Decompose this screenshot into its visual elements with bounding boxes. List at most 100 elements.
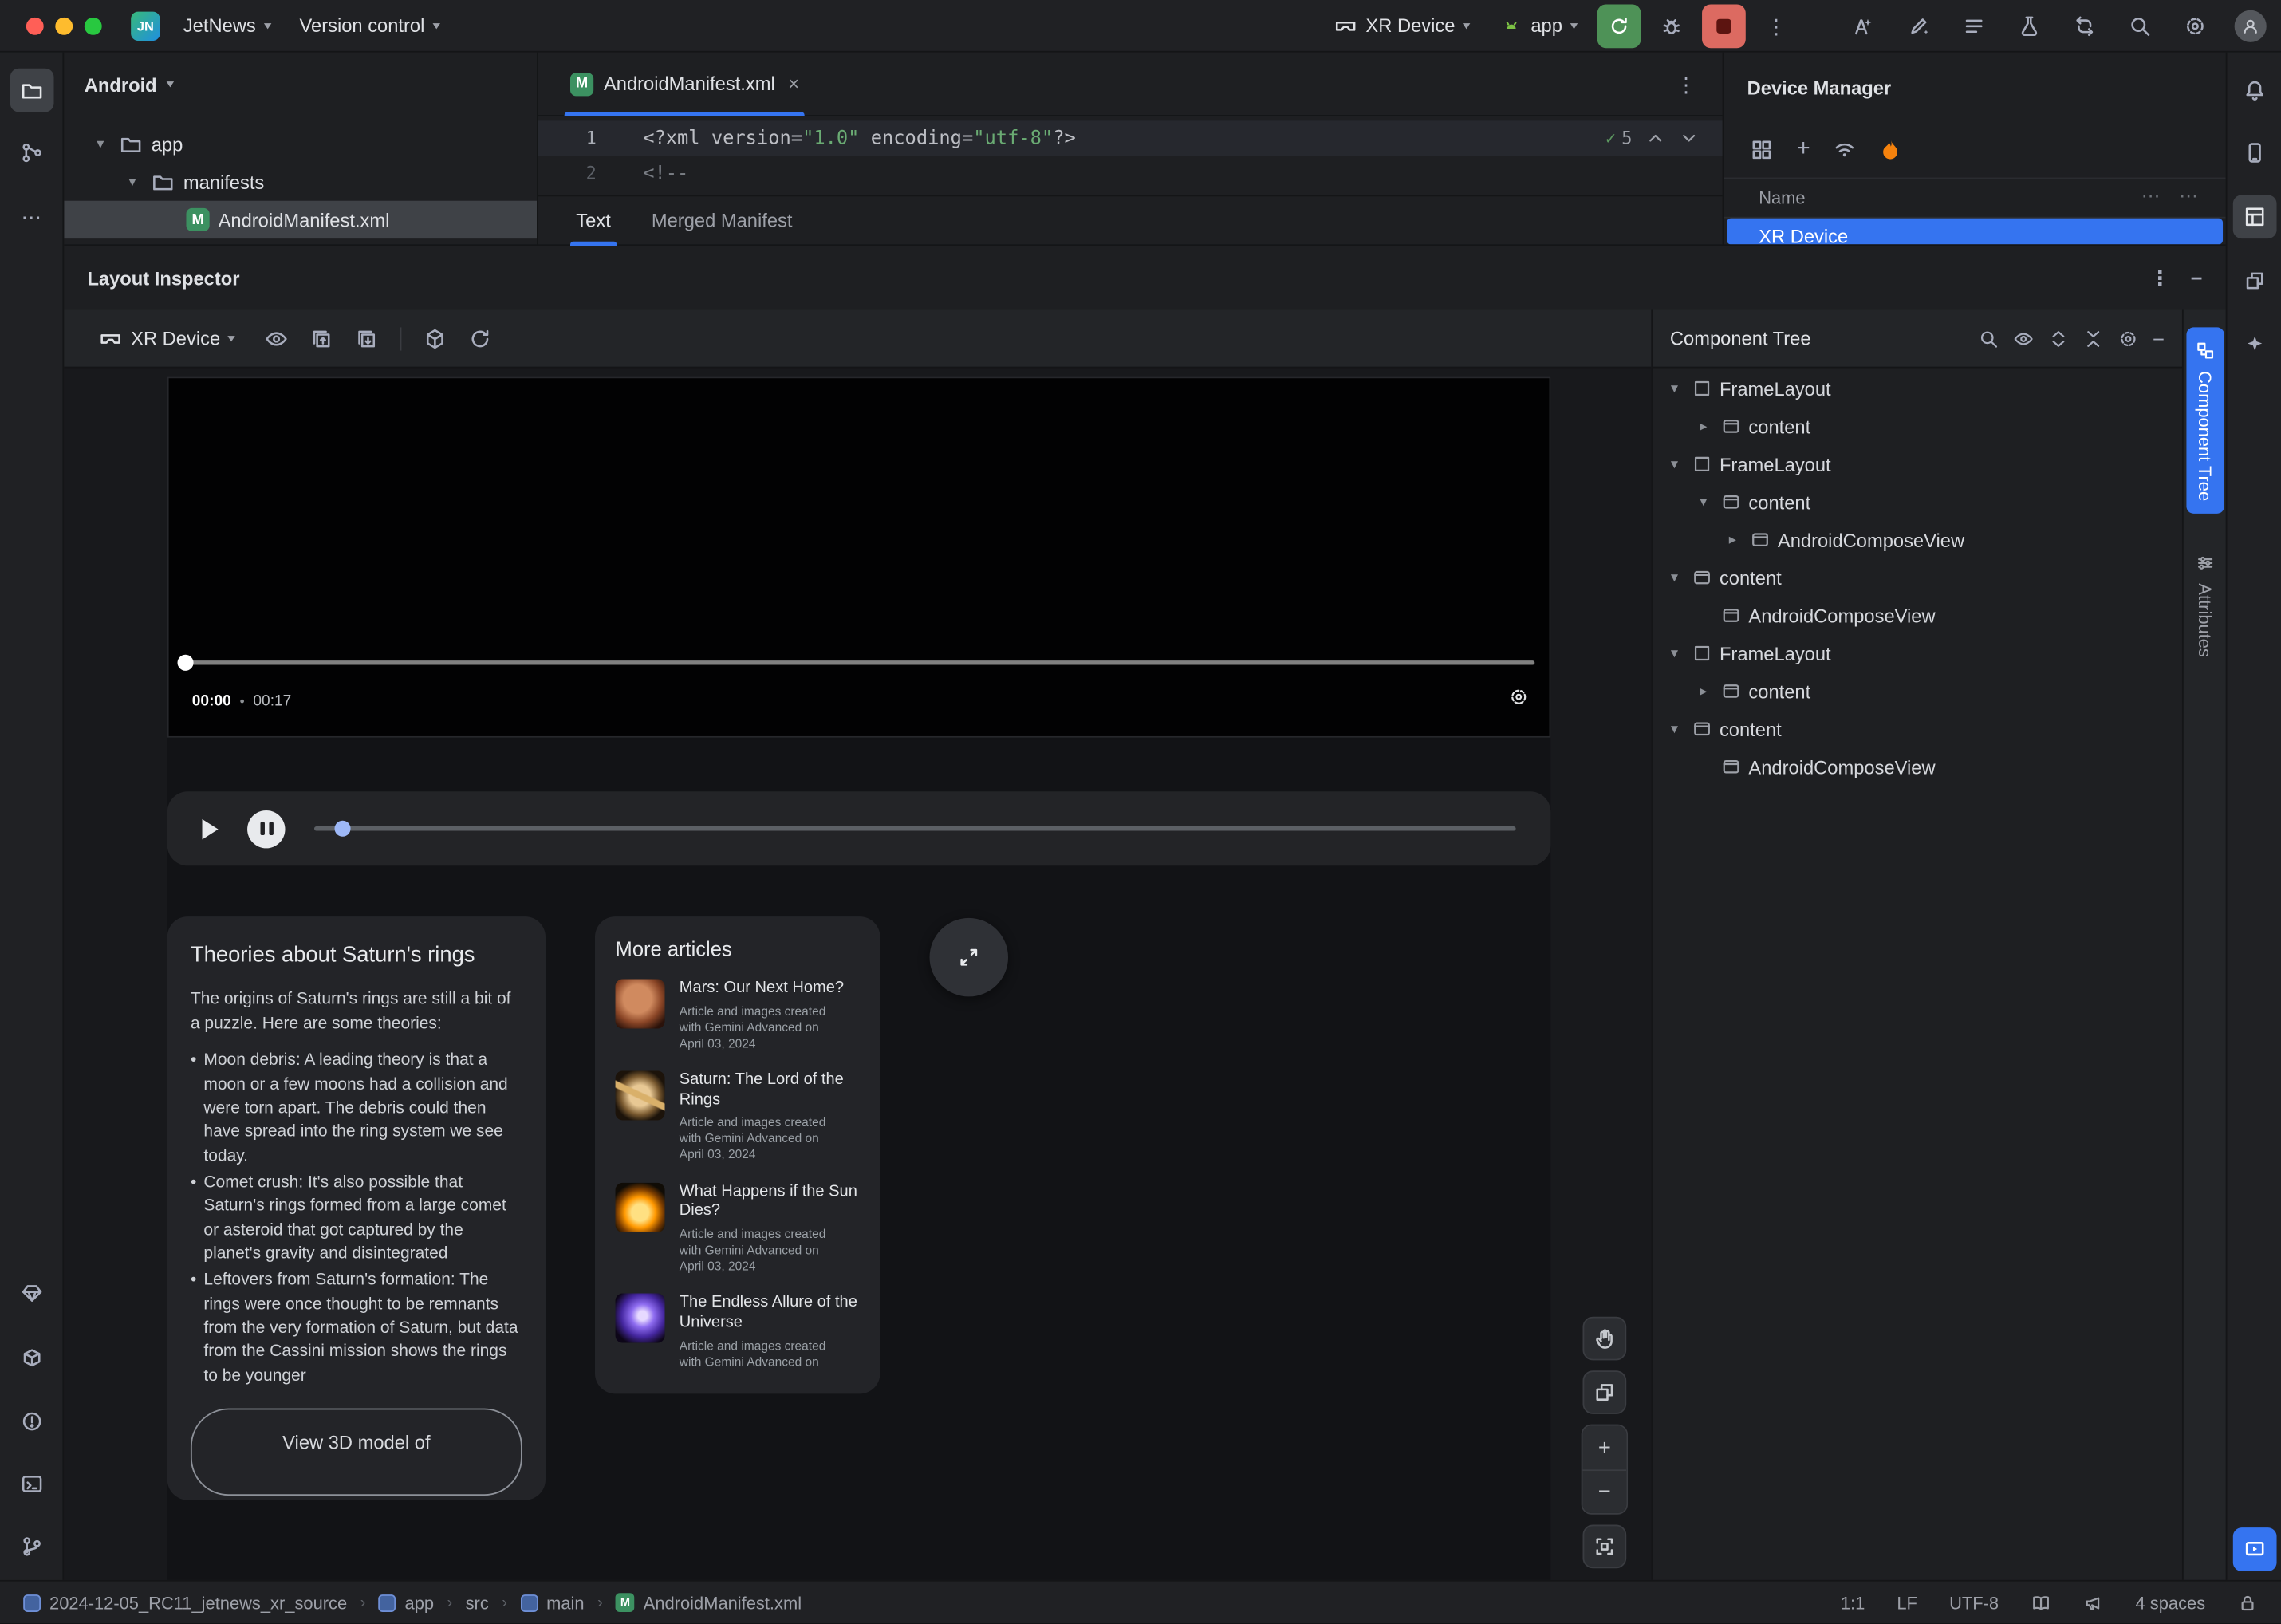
- tree-node-framelayout[interactable]: ▾ FrameLayout: [1653, 369, 2182, 407]
- tree-node-content[interactable]: ▸ content: [1653, 672, 2182, 710]
- breadcrumb-main[interactable]: main: [520, 1592, 585, 1613]
- announcements-icon[interactable]: [2083, 1592, 2104, 1613]
- audio-progress-thumb[interactable]: [334, 820, 351, 837]
- tree-item-app[interactable]: ▾ app: [64, 125, 537, 163]
- video-player[interactable]: 00:00 • 00:17: [167, 376, 1551, 738]
- layout-inspector-tool-button[interactable]: [2232, 195, 2276, 239]
- chevron-down-icon[interactable]: ▾: [122, 174, 143, 190]
- problems-tool-button[interactable]: [10, 1400, 53, 1444]
- chevron-down-icon[interactable]: ▾: [1664, 456, 1685, 472]
- 3d-mode-icon[interactable]: [424, 326, 447, 349]
- tree-node-content[interactable]: ▸ content: [1653, 408, 2182, 445]
- article-item[interactable]: The Endless Allure of the Universe Artic…: [615, 1293, 860, 1370]
- pan-hand-button[interactable]: [1582, 1316, 1627, 1361]
- minimize-window-button[interactable]: [55, 16, 73, 34]
- inspector-canvas[interactable]: 00:00 • 00:17 Theories about Saturn's ri…: [64, 368, 1652, 1580]
- firebase-icon[interactable]: [1880, 138, 1903, 161]
- vcs-widget[interactable]: Version control ▾: [288, 7, 451, 44]
- tree-item-manifests[interactable]: ▾ manifests: [64, 163, 537, 200]
- breadcrumb-app[interactable]: app: [378, 1592, 434, 1613]
- breadcrumb-root[interactable]: 2024-12-05_RC11_jetnews_xr_source: [23, 1592, 347, 1613]
- tree-item-androidmanifest[interactable]: M AndroidManifest.xml: [64, 200, 538, 239]
- more-tool-windows-button[interactable]: ⋯: [10, 195, 53, 238]
- column-options-icon[interactable]: ⋯: [2179, 185, 2200, 208]
- search-icon[interactable]: [2118, 4, 2162, 48]
- next-problem-icon[interactable]: [1679, 128, 1700, 149]
- device-table-header[interactable]: Name ⋯ ⋯: [1724, 177, 2226, 219]
- play-icon[interactable]: [202, 818, 219, 839]
- encoding-widget[interactable]: UTF-8: [1949, 1592, 1999, 1613]
- code-editor[interactable]: 1 <?xml version="1.0" encoding="utf-8"?>…: [538, 116, 1723, 195]
- tree-node-androidcomposeview[interactable]: AndroidComposeView: [1653, 748, 2182, 786]
- project-tool-button[interactable]: [9, 68, 53, 112]
- tab-merged-manifest[interactable]: Merged Manifest: [652, 195, 793, 245]
- more-run-actions-button[interactable]: ⋮: [1755, 4, 1798, 48]
- pair-wifi-icon[interactable]: [1834, 138, 1857, 161]
- view-3d-model-button[interactable]: View 3D model of: [190, 1408, 522, 1496]
- gemini-gem-tool-button[interactable]: [10, 1271, 53, 1315]
- device-screen-preview[interactable]: 00:00 • 00:17 Theories about Saturn's ri…: [167, 376, 1551, 1580]
- chevron-down-icon[interactable]: ▾: [1693, 494, 1714, 510]
- audio-player[interactable]: [167, 791, 1551, 866]
- zoom-window-button[interactable]: [84, 16, 102, 34]
- tab-androidmanifest[interactable]: M AndroidManifest.xml ×: [553, 52, 817, 116]
- chevron-down-icon[interactable]: ▾: [1664, 570, 1685, 585]
- terminal-tool-button[interactable]: [10, 1462, 53, 1506]
- zoom-to-fit-button[interactable]: [1582, 1524, 1627, 1569]
- project-widget[interactable]: JetNews ▾: [171, 7, 282, 44]
- version-control-tool-button[interactable]: [10, 1525, 53, 1569]
- reader-mode-icon[interactable]: [2031, 1592, 2051, 1613]
- inspector-process-selector[interactable]: XR Device ▾: [90, 322, 243, 354]
- expand-all-icon[interactable]: [2048, 328, 2069, 349]
- xr-expand-fab[interactable]: [929, 917, 1009, 997]
- article-item[interactable]: Mars: Our Next Home? Article and images …: [615, 979, 860, 1052]
- editor-options-button[interactable]: ⋮: [1664, 62, 1708, 106]
- zoom-in-button[interactable]: +: [1582, 1425, 1627, 1470]
- tab-text[interactable]: Text: [570, 195, 617, 246]
- inspections-widget[interactable]: ✓ 5: [1605, 128, 1700, 149]
- chevron-down-icon[interactable]: ▾: [1664, 380, 1685, 396]
- device-explorer-button[interactable]: [2232, 131, 2276, 175]
- device-row-xr-device[interactable]: XR Device: [1727, 218, 2224, 245]
- zoom-out-button[interactable]: −: [1582, 1469, 1627, 1513]
- indent-widget[interactable]: 4 spaces: [2136, 1592, 2206, 1613]
- tree-node-framelayout[interactable]: ▾ FrameLayout: [1653, 445, 2182, 483]
- notifications-bell-button[interactable]: [2232, 69, 2276, 112]
- visibility-eye-icon[interactable]: [2013, 328, 2034, 349]
- layers-button[interactable]: [1582, 1370, 1627, 1414]
- line-separator-widget[interactable]: LF: [1897, 1592, 1917, 1613]
- video-settings-gear-icon[interactable]: [1508, 687, 1529, 708]
- minimize-tree-icon[interactable]: −: [2153, 328, 2165, 349]
- device-selector[interactable]: XR Device ▾: [1322, 6, 1482, 44]
- tree-node-framelayout[interactable]: ▾ FrameLayout: [1653, 634, 2182, 672]
- refresh-icon[interactable]: [469, 326, 492, 349]
- chevron-right-icon[interactable]: ▸: [1693, 683, 1714, 699]
- lock-icon[interactable]: [2237, 1592, 2258, 1613]
- breadcrumb-file[interactable]: M AndroidManifest.xml: [616, 1592, 802, 1613]
- group-devices-icon[interactable]: [1750, 138, 1773, 161]
- tree-node-androidcomposeview[interactable]: ▸ AndroidComposeView: [1653, 521, 2182, 558]
- tree-node-androidcomposeview[interactable]: AndroidComposeView: [1653, 597, 2182, 634]
- chevron-down-icon[interactable]: ▾: [1664, 721, 1685, 737]
- mirror-device-button[interactable]: [2232, 1527, 2276, 1571]
- run-configuration-selector[interactable]: app ▾: [1490, 7, 1589, 44]
- article-item[interactable]: What Happens if the Sun Dies? Article an…: [615, 1182, 860, 1275]
- article-item[interactable]: Saturn: The Lord of the Rings Article an…: [615, 1070, 860, 1163]
- structure-tool-button[interactable]: [10, 131, 53, 175]
- add-device-icon[interactable]: +: [1797, 137, 1810, 161]
- search-icon[interactable]: [1978, 328, 1999, 349]
- export-snapshot-icon[interactable]: [310, 326, 333, 349]
- tab-component-tree[interactable]: Component Tree: [2185, 327, 2224, 514]
- task-list-icon[interactable]: [1952, 4, 1996, 48]
- chevron-right-icon[interactable]: ▸: [1723, 532, 1743, 548]
- gemini-sparkle-button[interactable]: [2232, 323, 2276, 367]
- tab-attributes[interactable]: Attributes: [2186, 540, 2224, 671]
- tree-node-content[interactable]: ▾ content: [1653, 483, 2182, 521]
- toggle-deep-inspect-eye-icon[interactable]: [266, 326, 289, 349]
- close-tab-icon[interactable]: ×: [788, 73, 799, 94]
- stop-button[interactable]: [1702, 3, 1746, 48]
- import-snapshot-icon[interactable]: [356, 326, 379, 349]
- ai-edit-icon[interactable]: [1897, 4, 1940, 48]
- minimize-panel-icon[interactable]: −: [2191, 268, 2203, 289]
- sync-branches-icon[interactable]: [2062, 4, 2106, 48]
